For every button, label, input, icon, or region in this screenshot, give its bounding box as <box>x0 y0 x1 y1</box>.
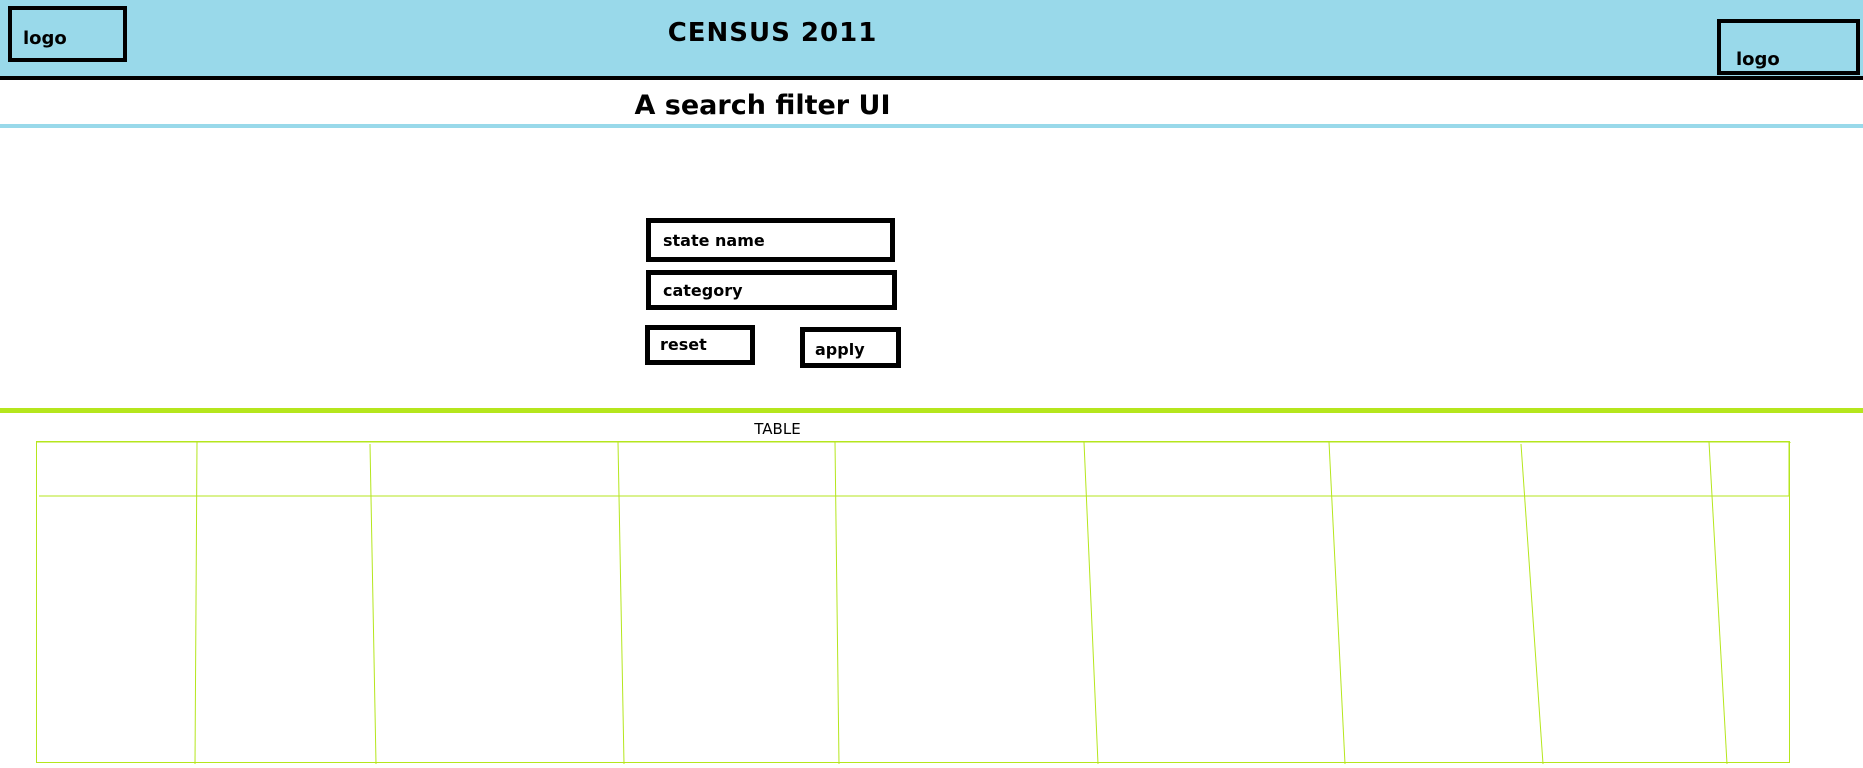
page: logo CENSUS 2011 logo A search filter UI… <box>0 0 1863 768</box>
category-field[interactable]: category <box>646 270 897 310</box>
table-column-divider <box>1328 442 1346 764</box>
logo-right: logo <box>1717 19 1860 75</box>
subtitle-divider <box>0 124 1863 128</box>
section-divider <box>0 408 1863 413</box>
table-grid <box>37 442 1791 764</box>
state-name-field-label: state name <box>663 230 765 250</box>
category-field-label: category <box>663 280 743 300</box>
table-caption: TABLE <box>754 420 801 438</box>
table-column-divider <box>369 443 377 764</box>
table-column-divider <box>834 442 840 764</box>
state-name-field[interactable]: state name <box>646 218 895 262</box>
table-column-divider <box>1520 443 1544 764</box>
table-column-divider <box>194 442 198 764</box>
page-subtitle: A search filter UI <box>634 90 891 121</box>
header-divider <box>0 76 1863 80</box>
table-column-divider <box>617 442 625 764</box>
data-table <box>36 441 1791 764</box>
apply-button[interactable]: apply <box>800 327 901 368</box>
table-column-divider <box>1083 442 1099 764</box>
logo-right-label: logo <box>1736 49 1780 70</box>
reset-button[interactable]: reset <box>645 325 755 365</box>
table-column-divider <box>1708 442 1728 764</box>
app-title: CENSUS 2011 <box>667 18 878 48</box>
